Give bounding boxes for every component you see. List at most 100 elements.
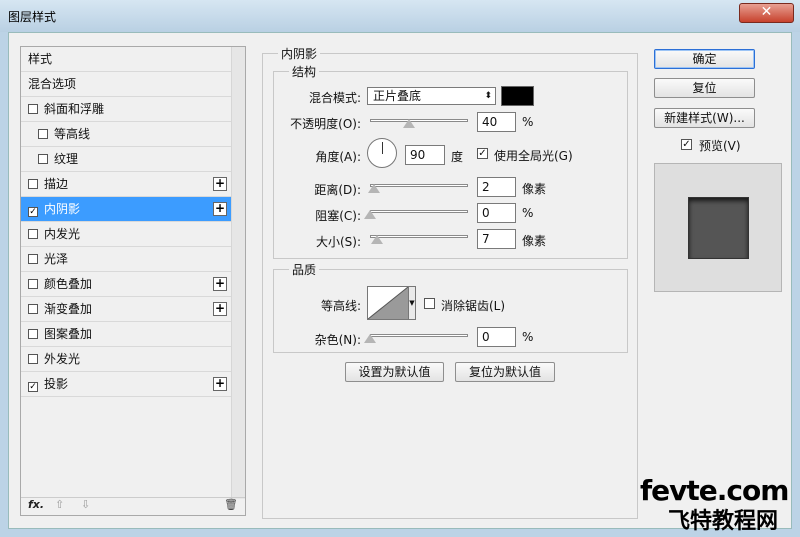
noise-input[interactable]: 0 xyxy=(477,327,516,347)
title-bar: 图层样式 ✕ xyxy=(0,0,800,32)
add-effect-icon[interactable]: + xyxy=(213,202,227,216)
list-scrollbar[interactable] xyxy=(231,47,245,499)
style-list-item[interactable]: ✓ 内阴影 + xyxy=(21,197,232,222)
angle-label: 角度(A): xyxy=(315,150,361,164)
opacity-input[interactable]: 40 xyxy=(477,112,516,132)
distance-label: 距离(D): xyxy=(314,183,361,197)
style-checkbox[interactable]: ✓ xyxy=(28,207,38,217)
choke-input[interactable]: 0 xyxy=(477,203,516,223)
add-effect-icon[interactable]: + xyxy=(213,302,227,316)
select-arrows-icon: ⬍ xyxy=(484,91,492,101)
watermark-name: 飞特教程网 xyxy=(668,509,779,534)
size-slider-thumb[interactable] xyxy=(371,235,383,244)
preview-swatch xyxy=(688,197,749,259)
preview-checkbox[interactable]: ✓ xyxy=(681,139,692,150)
size-input[interactable]: 7 xyxy=(477,229,516,249)
style-item-label: 内阴影 xyxy=(44,202,81,216)
add-effect-icon[interactable]: + xyxy=(213,377,227,391)
reset-button[interactable]: 复位 xyxy=(654,78,755,98)
style-list-item[interactable]: 图案叠加 xyxy=(21,322,232,347)
ok-button[interactable]: 确定 xyxy=(654,49,755,69)
new-style-button[interactable]: 新建样式(W)... xyxy=(654,108,755,128)
style-list-item[interactable]: 混合选项 xyxy=(21,72,232,97)
style-checkbox[interactable] xyxy=(28,354,38,364)
style-item-label: 混合选项 xyxy=(28,77,77,91)
style-checkbox[interactable]: ✓ xyxy=(28,382,38,392)
style-checkbox[interactable] xyxy=(28,279,38,289)
make-default-button[interactable]: 设置为默认值 xyxy=(345,362,444,382)
distance-input[interactable]: 2 xyxy=(477,177,516,197)
antialias-label: 消除锯齿(L) xyxy=(441,299,506,313)
choke-slider-thumb[interactable] xyxy=(364,210,376,219)
blend-mode-label: 混合模式: xyxy=(308,91,361,105)
noise-slider-track[interactable] xyxy=(370,334,468,337)
noise-slider-thumb[interactable] xyxy=(364,334,376,343)
style-list-item[interactable]: 颜色叠加 + xyxy=(21,272,232,297)
close-button[interactable]: ✕ xyxy=(739,3,794,23)
dialog-client: 样式混合选项斜面和浮雕 等高线纹理描边 + ✓ 内阴影 + 内发光光泽颜色叠加 + 渐变叠加 + 图… xyxy=(8,32,792,529)
style-list-item[interactable]: 等高线 xyxy=(21,122,232,147)
style-list-item[interactable]: 纹理 xyxy=(21,147,232,172)
style-list-item[interactable]: 渐变叠加 + xyxy=(21,297,232,322)
noise-label: 杂色(N): xyxy=(314,333,361,347)
layer-style-dialog: 图层样式 ✕ 样式混合选项斜面和浮雕 等高线纹理描边 + ✓ 内阴影 + 内发光光泽颜色叠加… xyxy=(0,0,800,537)
angle-dial[interactable] xyxy=(367,138,397,168)
style-list-item[interactable]: 描边 + xyxy=(21,172,232,197)
blend-mode-select[interactable]: 正片叠底 ⬍ xyxy=(367,87,496,105)
reset-default-button[interactable]: 复位为默认值 xyxy=(455,362,555,382)
style-checkbox[interactable] xyxy=(28,254,38,264)
add-effect-icon[interactable]: + xyxy=(213,177,227,191)
style-item-label: 光泽 xyxy=(44,252,69,266)
antialias-checkbox[interactable] xyxy=(424,298,435,309)
style-item-label: 颜色叠加 xyxy=(44,277,93,291)
move-down-icon[interactable]: ⇩ xyxy=(81,498,90,511)
dialog-title: 图层样式 xyxy=(8,10,57,24)
distance-slider-thumb[interactable] xyxy=(368,184,380,193)
size-unit: 像素 xyxy=(522,234,547,248)
angle-input[interactable]: 90 xyxy=(405,145,445,165)
style-item-label: 图案叠加 xyxy=(44,327,93,341)
style-list-item[interactable]: 光泽 xyxy=(21,247,232,272)
shadow-color-swatch[interactable] xyxy=(501,86,534,106)
style-list-item[interactable]: 内发光 xyxy=(21,222,232,247)
blend-mode-value: 正片叠底 xyxy=(373,89,422,103)
move-up-icon[interactable]: ⇧ xyxy=(55,498,64,511)
style-checkbox[interactable] xyxy=(28,179,38,189)
style-item-label: 渐变叠加 xyxy=(44,302,93,316)
style-item-label: 纹理 xyxy=(54,152,79,166)
style-list-panel: 样式混合选项斜面和浮雕 等高线纹理描边 + ✓ 内阴影 + 内发光光泽颜色叠加 + 渐变叠加 + 图… xyxy=(20,46,246,516)
choke-label: 阻塞(C): xyxy=(315,209,361,223)
style-item-label: 描边 xyxy=(44,177,69,191)
size-slider-track[interactable] xyxy=(370,235,468,238)
style-checkbox[interactable] xyxy=(38,129,48,139)
style-checkbox[interactable] xyxy=(28,304,38,314)
add-effect-icon[interactable]: + xyxy=(213,277,227,291)
style-list-item[interactable]: 样式 xyxy=(21,47,232,72)
style-item-label: 投影 xyxy=(44,377,69,391)
style-preview xyxy=(654,163,782,292)
opacity-unit: % xyxy=(522,115,534,129)
style-item-label: 样式 xyxy=(28,52,53,66)
fx-icon[interactable]: fx. xyxy=(28,498,44,511)
style-checkbox[interactable] xyxy=(28,329,38,339)
style-checkbox[interactable] xyxy=(28,229,38,239)
style-checkbox[interactable] xyxy=(28,104,38,114)
angle-unit: 度 xyxy=(451,150,464,164)
choke-slider-track[interactable] xyxy=(370,210,468,213)
global-light-label: 使用全局光(G) xyxy=(494,149,573,163)
choke-unit: % xyxy=(522,206,534,220)
style-item-label: 内发光 xyxy=(44,227,81,241)
preview-label: 预览(V) xyxy=(699,139,741,153)
style-list-item[interactable]: 外发光 xyxy=(21,347,232,372)
style-list-item[interactable]: 斜面和浮雕 xyxy=(21,97,232,122)
style-list: 样式混合选项斜面和浮雕 等高线纹理描边 + ✓ 内阴影 + 内发光光泽颜色叠加 + 渐变叠加 + 图… xyxy=(21,47,232,397)
opacity-slider-thumb[interactable] xyxy=(403,119,415,128)
opacity-slider-track[interactable] xyxy=(370,119,468,122)
contour-dropdown-icon[interactable]: ▼ xyxy=(409,286,416,320)
contour-preview[interactable] xyxy=(367,286,409,320)
global-light-checkbox[interactable]: ✓ xyxy=(477,148,488,159)
style-list-item[interactable]: ✓ 投影 + xyxy=(21,372,232,397)
distance-slider-track[interactable] xyxy=(370,184,468,187)
style-checkbox[interactable] xyxy=(38,154,48,164)
trash-icon[interactable]: 🗑 xyxy=(224,498,238,511)
